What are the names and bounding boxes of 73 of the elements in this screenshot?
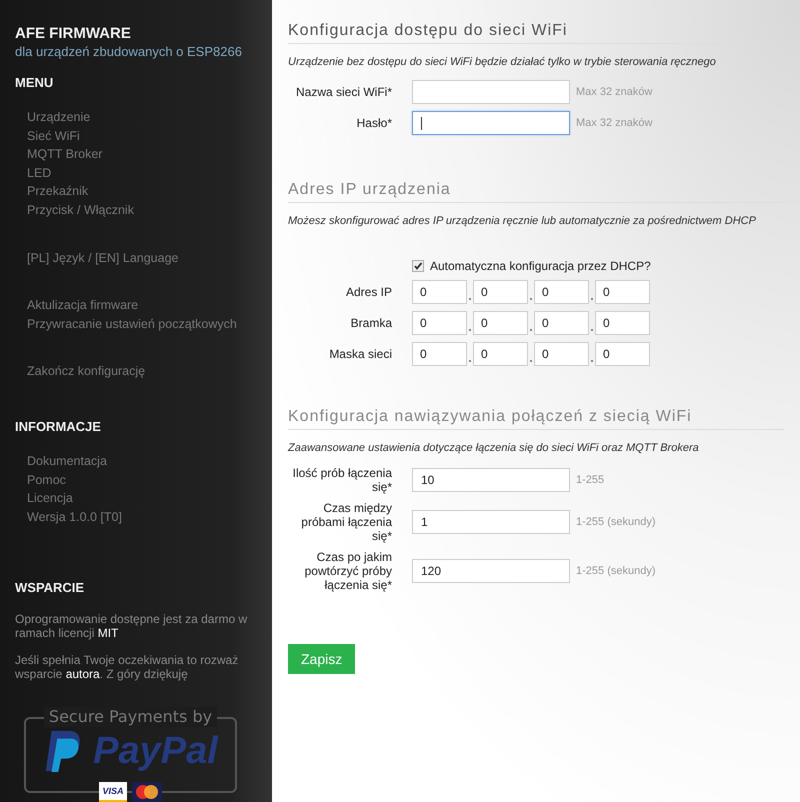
field-hint: 1-255 (sekundy)	[576, 516, 656, 528]
octet-field[interactable]: 0	[473, 280, 528, 304]
octet-field[interactable]: 0	[534, 311, 589, 335]
field-hint: Max 32 znaków	[576, 86, 652, 98]
sidebar-link[interactable]: Zakończ konfigurację	[27, 362, 257, 381]
paypal-badge[interactable]: Secure Payments by PayPal VISA	[24, 707, 237, 802]
octet-separator	[469, 329, 471, 331]
field-hint: Max 32 znaków	[576, 117, 652, 129]
octet-separator	[469, 298, 471, 300]
section-title: Konfiguracja nawiązywania połączeń z siecią WiFi	[288, 408, 784, 430]
octet-field[interactable]: 0	[595, 280, 650, 304]
octet-separator	[530, 329, 532, 331]
field-label: Nazwa sieci WiFi*	[294, 85, 392, 99]
octet-field[interactable]: 0	[534, 280, 589, 304]
sidebar-link[interactable]: Sieć WiFi	[27, 126, 257, 146]
badge-caption: Secure Payments by	[44, 707, 218, 728]
sidebar-heading: INFORMACJE	[15, 418, 102, 434]
octet-separator	[530, 360, 532, 362]
app-subtitle: dla urządzeń zbudowanych o ESP8266	[15, 44, 243, 59]
octet-separator	[591, 329, 593, 331]
octet-separator	[469, 360, 471, 362]
checkbox[interactable]	[412, 260, 424, 272]
octet-separator	[591, 298, 593, 300]
mastercard-icon	[132, 782, 162, 802]
sidebar-heading: WSPARCIE	[15, 580, 86, 596]
visa-card: VISA	[99, 782, 126, 802]
octet-separator	[530, 298, 532, 300]
sidebar-link[interactable]: Dokumentacja	[27, 452, 257, 471]
section-title: Adres IP urządzenia	[288, 181, 784, 203]
sidebar-link[interactable]: Licencja	[27, 489, 257, 508]
field-label: Bramka	[350, 316, 392, 330]
sidebar-heading: MENU	[15, 75, 54, 90]
field-label: Czas po jakim powtórzyć próby łączenia się*	[304, 550, 392, 592]
input-field[interactable]	[412, 80, 570, 104]
sidebar-link[interactable]: MQTT Broker	[27, 145, 257, 164]
input-field[interactable]: 120	[412, 559, 570, 583]
checkbox-label: Automatyczna konfiguracja przez DHCP?	[430, 259, 651, 273]
sidebar-link[interactable]: [PL] Język / [EN] Language	[27, 248, 257, 268]
section-title: Konfiguracja dostępu do sieci WiFi	[288, 22, 784, 44]
sidebar-link[interactable]: Urządzenie	[27, 108, 257, 127]
sidebar-link[interactable]: Wersja 1.0.0 [T0]	[27, 508, 257, 526]
support-text: Jeśli spełnia Twoje oczekiwania to rozważ wsparcie autora. Z góry dziękuję	[15, 653, 240, 682]
octet-field[interactable]: 0	[534, 342, 589, 366]
octet-field[interactable]: 0	[412, 280, 467, 304]
octet-field[interactable]: 0	[595, 342, 650, 366]
sidebar-link[interactable]: Przywracanie ustawień początkowych	[27, 314, 257, 334]
section-description: Zaawansowane ustawienia dotyczące łączenia się do sieci WiFi oraz MQTT Brokera	[288, 442, 700, 454]
octet-field[interactable]: 0	[473, 311, 528, 335]
section-description: Możesz skonfigurować adres IP urządzenia ręcznie lub automatycznie za pośrednictwem DHCP	[288, 215, 757, 227]
paypal-logo: PayPal	[93, 731, 218, 772]
app-title: AFE FIRMWARE	[15, 25, 132, 42]
sidebar-link[interactable]: Pomoc	[27, 470, 257, 490]
sidebar-link[interactable]: Przekaźnik	[27, 182, 257, 201]
field-hint: 1-255 (sekundy)	[576, 565, 656, 577]
support-text: Oprogramowanie dostępne jest za darmo w ramach licencji MIT	[15, 612, 248, 640]
field-label: Adres IP	[344, 285, 392, 299]
octet-field[interactable]: 0	[412, 342, 467, 366]
field-label: Ilość prób łączenia się*	[292, 466, 392, 494]
input-field[interactable]: 10	[412, 468, 570, 492]
field-label: Maska sieci	[328, 347, 392, 361]
sidebar-link[interactable]: Aktulizacja firmware	[27, 296, 257, 315]
octet-field[interactable]: 0	[412, 311, 467, 335]
field-label: Hasło*	[356, 116, 392, 130]
input-field[interactable]	[412, 111, 570, 135]
section-description: Urządzenie bez dostępu do sieci WiFi będzie działać tylko w trybie sterowania ręcznego	[288, 56, 717, 68]
input-field[interactable]: 1	[412, 510, 570, 534]
sidebar-link[interactable]: Przycisk / Włącznik	[27, 200, 257, 220]
octet-field[interactable]: 0	[595, 311, 650, 335]
field-label: Czas między próbami łączenia się*	[300, 501, 392, 543]
sidebar-link[interactable]: LED	[27, 164, 257, 182]
octet-field[interactable]: 0	[473, 342, 528, 366]
octet-separator	[591, 360, 593, 362]
field-hint: 1-255	[576, 474, 604, 486]
